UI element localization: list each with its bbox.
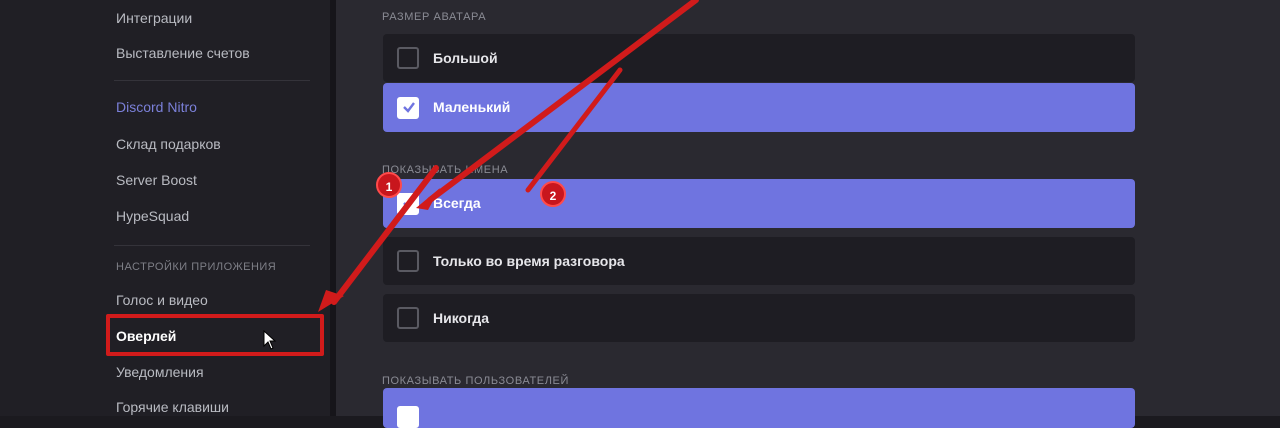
option-label: Только во время разговора xyxy=(433,253,625,269)
overlay-highlight-box xyxy=(106,314,324,356)
option-label: Маленький xyxy=(433,99,511,115)
sidebar-divider xyxy=(114,80,310,81)
sidebar-item-hypesquad[interactable]: HypeSquad xyxy=(116,201,189,231)
sidebar-divider xyxy=(114,245,310,246)
annotation-badge-2: 2 xyxy=(540,181,566,207)
checkmark-icon xyxy=(403,198,415,209)
option-label: Большой xyxy=(433,50,498,66)
checkbox-checked[interactable] xyxy=(397,193,419,215)
display-names-never-option[interactable]: Никогда xyxy=(383,294,1135,342)
sidebar-item-billing[interactable]: Выставление счетов xyxy=(116,38,250,68)
sidebar-item-keybinds[interactable]: Горячие клавиши xyxy=(116,392,229,422)
checkmark-icon xyxy=(403,102,415,113)
mouse-cursor-icon xyxy=(263,330,277,350)
avatar-size-large-option[interactable]: Большой xyxy=(383,34,1135,82)
display-names-header: Показывать имена xyxy=(382,164,509,176)
option-label: Всегда xyxy=(433,195,481,211)
show-users-header: Показывать пользователей xyxy=(382,375,570,387)
show-users-option[interactable] xyxy=(383,388,1135,428)
sidebar-item-gift-inventory[interactable]: Склад подарков xyxy=(116,129,221,159)
annotation-badge-1: 1 xyxy=(376,172,402,198)
avatar-size-header: Размер аватара xyxy=(382,11,487,23)
display-names-speaking-option[interactable]: Только во время разговора xyxy=(383,237,1135,285)
display-names-always-option[interactable]: Всегда xyxy=(383,179,1135,228)
checkbox[interactable] xyxy=(397,47,419,69)
sidebar-item-integrations[interactable]: Интеграции xyxy=(116,3,192,33)
checkbox[interactable] xyxy=(397,250,419,272)
sidebar-item-notifications[interactable]: Уведомления xyxy=(116,357,204,387)
sidebar-item-server-boost[interactable]: Server Boost xyxy=(116,165,197,195)
sidebar-section-header: Настройки приложения xyxy=(116,261,277,273)
sidebar-item-nitro[interactable]: Discord Nitro xyxy=(116,92,197,122)
sidebar-item-voice-video[interactable]: Голос и видео xyxy=(116,285,208,315)
option-label: Никогда xyxy=(433,310,490,326)
checkbox-checked[interactable] xyxy=(397,97,419,119)
checkbox[interactable] xyxy=(397,307,419,329)
checkbox-checked[interactable] xyxy=(397,406,419,428)
avatar-size-small-option[interactable]: Маленький xyxy=(383,83,1135,132)
